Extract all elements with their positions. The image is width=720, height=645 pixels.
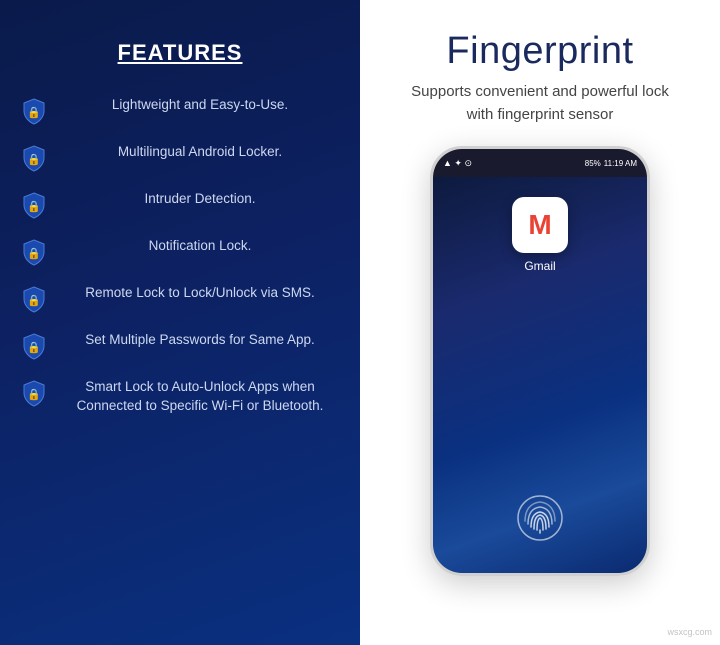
- svg-text:🔒: 🔒: [27, 388, 41, 401]
- right-panel: Fingerprint Supports convenient and powe…: [360, 0, 720, 645]
- signal-icons: ▲ ✦ ⊙: [443, 158, 472, 169]
- shield-icon-2: 🔒: [20, 144, 48, 172]
- features-title: FEATURES: [118, 40, 243, 66]
- feature-item-6: 🔒 Set Multiple Passwords for Same App.: [20, 331, 340, 360]
- shield-icon-3: 🔒: [20, 191, 48, 219]
- svg-text:🔒: 🔒: [27, 341, 41, 354]
- shield-icon-1: 🔒: [20, 97, 48, 125]
- feature-item-7: 🔒 Smart Lock to Auto-Unlock Apps when Co…: [20, 378, 340, 416]
- battery-text: 85%: [585, 159, 601, 168]
- fingerprint-subtitle: Supports convenient and powerful lock wi…: [400, 81, 680, 126]
- feature-text-6: Set Multiple Passwords for Same App.: [60, 331, 340, 350]
- feature-item-2: 🔒 Multilingual Android Locker.: [20, 143, 340, 172]
- phone-status-bar: ▲ ✦ ⊙ 85% 11:19 AM: [433, 149, 647, 177]
- feature-text-2: Multilingual Android Locker.: [60, 143, 340, 162]
- svg-text:🔒: 🔒: [27, 247, 41, 260]
- feature-list: 🔒 Lightweight and Easy-to-Use. 🔒 Multili…: [20, 96, 340, 416]
- watermark: wsxcg.com: [667, 627, 712, 637]
- svg-text:🔒: 🔒: [27, 106, 41, 119]
- phone-mockup: ▲ ✦ ⊙ 85% 11:19 AM M Gmail: [430, 146, 650, 576]
- feature-item-1: 🔒 Lightweight and Easy-to-Use.: [20, 96, 340, 125]
- feature-text-3: Intruder Detection.: [60, 190, 340, 209]
- fingerprint-title: Fingerprint: [446, 30, 633, 73]
- shield-icon-4: 🔒: [20, 238, 48, 266]
- left-panel: FEATURES 🔒 Lightweight and Easy-to-Use. …: [0, 0, 360, 645]
- shield-icon-7: 🔒: [20, 379, 48, 407]
- time-text: 11:19 AM: [604, 159, 637, 168]
- gmail-app-container: M Gmail: [512, 197, 568, 273]
- feature-item-3: 🔒 Intruder Detection.: [20, 190, 340, 219]
- feature-text-4: Notification Lock.: [60, 237, 340, 256]
- shield-icon-5: 🔒: [20, 285, 48, 313]
- fingerprint-scan-icon: [515, 493, 565, 543]
- gmail-app-icon: M: [512, 197, 568, 253]
- svg-text:🔒: 🔒: [27, 200, 41, 213]
- feature-item-5: 🔒 Remote Lock to Lock/Unlock via SMS.: [20, 284, 340, 313]
- status-icons: 85% 11:19 AM: [585, 159, 637, 168]
- feature-text-5: Remote Lock to Lock/Unlock via SMS.: [60, 284, 340, 303]
- feature-text-7: Smart Lock to Auto-Unlock Apps when Conn…: [60, 378, 340, 416]
- gmail-logo: M: [528, 209, 551, 241]
- gmail-app-label: Gmail: [524, 259, 555, 273]
- svg-text:🔒: 🔒: [27, 294, 41, 307]
- svg-text:🔒: 🔒: [27, 153, 41, 166]
- phone-screen: M Gmail: [433, 177, 647, 573]
- feature-text-1: Lightweight and Easy-to-Use.: [60, 96, 340, 115]
- feature-item-4: 🔒 Notification Lock.: [20, 237, 340, 266]
- shield-icon-6: 🔒: [20, 332, 48, 360]
